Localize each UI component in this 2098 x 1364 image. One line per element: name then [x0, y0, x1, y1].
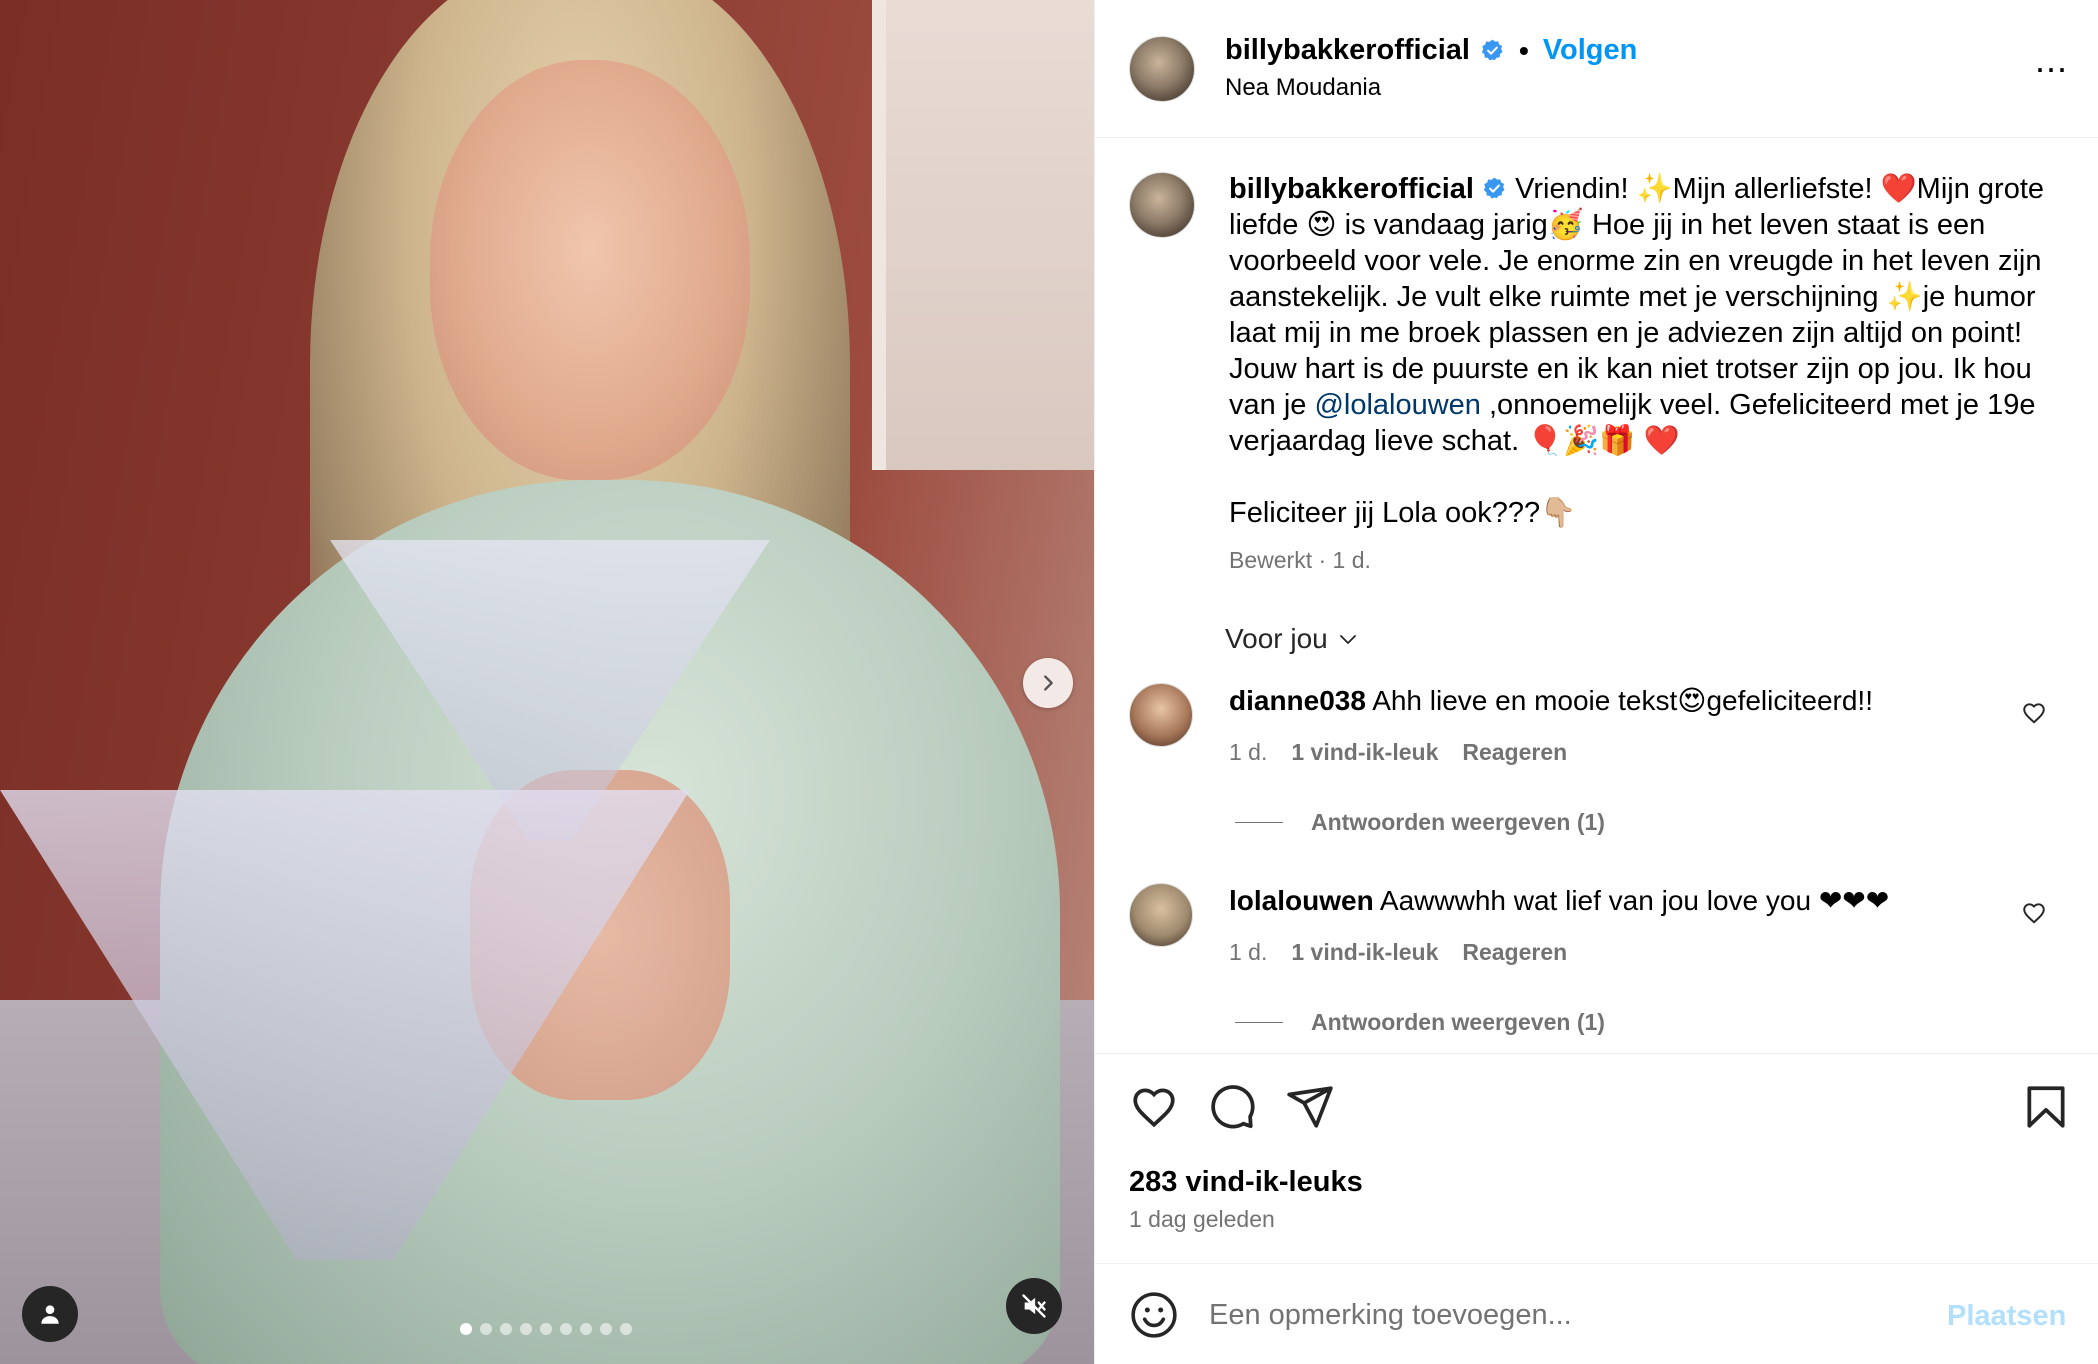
- tagged-users-button[interactable]: [22, 1286, 78, 1342]
- comment-meta: 1 d. 1 vind-ik-leuk Reageren: [1229, 939, 1567, 966]
- add-comment-bar: Plaatsen: [1095, 1264, 2098, 1364]
- post-actions: 283 vind-ik-leuks 1 dag geleden: [1095, 1054, 2098, 1264]
- comment-text: Aawwwhh wat lief van jou love you ❤❤❤: [1379, 885, 1890, 916]
- author-username[interactable]: billybakkerofficial: [1225, 34, 1470, 67]
- carousel-next-button[interactable]: [1023, 658, 1073, 708]
- comment-username[interactable]: dianne038: [1229, 685, 1366, 716]
- caption-meta: Bewerkt · 1 d.: [1229, 547, 1371, 573]
- emoji-icon[interactable]: [1129, 1290, 1179, 1340]
- comment-time[interactable]: 1 d.: [1229, 739, 1267, 766]
- share-icon[interactable]: [1285, 1082, 1335, 1132]
- carousel-indicator: [460, 1323, 632, 1335]
- header-separator: •: [1519, 34, 1529, 66]
- comment-input[interactable]: [1209, 1292, 1909, 1338]
- comment-like-heart-icon[interactable]: [2021, 700, 2047, 726]
- chevron-down-icon: [1339, 635, 1356, 644]
- carousel-dot: [580, 1323, 592, 1335]
- comment-sort-dropdown[interactable]: Voor jou: [1225, 623, 1360, 655]
- comment-avatar[interactable]: [1129, 683, 1193, 747]
- author-line: billybakkerofficial • Volgen: [1225, 34, 1637, 67]
- caption-username[interactable]: billybakkerofficial: [1229, 173, 1474, 205]
- view-replies-label: Antwoorden weergeven (1): [1311, 809, 1605, 835]
- caption-text-part1: Vriendin! ✨Mijn allerliefste! ❤️Mijn gro…: [1229, 173, 2045, 421]
- likes-count[interactable]: 283 vind-ik-leuks: [1129, 1166, 1363, 1199]
- comment-sort-label: Voor jou: [1225, 623, 1328, 654]
- post-header: billybakkerofficial • Volgen Nea Moudani…: [1095, 0, 2098, 138]
- muted-speaker-icon: [1022, 1294, 1046, 1318]
- carousel-dot: [600, 1323, 612, 1335]
- post-location[interactable]: Nea Moudania: [1225, 74, 1381, 102]
- carousel-dot: [460, 1323, 472, 1335]
- replies-divider: [1235, 822, 1283, 823]
- carousel-dot: [540, 1323, 552, 1335]
- comment-likes[interactable]: 1 vind-ik-leuk: [1291, 739, 1438, 766]
- carousel-dot: [620, 1323, 632, 1335]
- photo-background-panel: [872, 0, 1094, 470]
- carousel-dot: [480, 1323, 492, 1335]
- mute-toggle-button[interactable]: [1006, 1278, 1062, 1334]
- user-tag-icon: [41, 1305, 59, 1324]
- post-media[interactable]: [0, 0, 1094, 1364]
- post-comment-button[interactable]: Plaatsen: [1947, 1300, 2066, 1333]
- comment-meta: 1 d. 1 vind-ik-leuk Reageren: [1229, 739, 1567, 766]
- comment-time[interactable]: 1 d.: [1229, 939, 1267, 966]
- carousel-dot: [500, 1323, 512, 1335]
- comment-likes[interactable]: 1 vind-ik-leuk: [1291, 939, 1438, 966]
- author-avatar[interactable]: [1129, 36, 1195, 102]
- caption-mention-link[interactable]: @lolalouwen: [1314, 389, 1480, 421]
- verified-badge-icon: [1482, 176, 1507, 201]
- carousel-dot: [560, 1323, 572, 1335]
- comment-avatar[interactable]: [1129, 883, 1193, 947]
- comment-like-heart-icon[interactable]: [2021, 900, 2047, 926]
- caption-author-avatar[interactable]: [1129, 172, 1195, 238]
- comment-username[interactable]: lolalouwen: [1229, 885, 1374, 916]
- replies-divider: [1235, 1022, 1283, 1023]
- view-replies-button[interactable]: Antwoorden weergeven (1): [1235, 809, 1605, 836]
- bookmark-icon[interactable]: [2021, 1082, 2071, 1132]
- caption-paragraph-1: billybakkerofficial Vriendin! ✨Mijn alle…: [1229, 171, 2049, 459]
- comment-text: Ahh lieve en mooie tekst😍gefeliciteerd!!: [1372, 685, 1873, 716]
- heart-icon[interactable]: [1129, 1082, 1179, 1132]
- verified-badge-icon: [1480, 38, 1505, 63]
- comment-item: dianne038 Ahh lieve en mooie tekst😍gefel…: [1229, 683, 1989, 719]
- post-time: 1 dag geleden: [1129, 1206, 1275, 1232]
- comment-item: lolalouwen Aawwwhh wat lief van jou love…: [1229, 883, 1989, 919]
- view-replies-button[interactable]: Antwoorden weergeven (1): [1235, 1009, 1605, 1036]
- comment-icon[interactable]: [1207, 1082, 1257, 1132]
- photo-subject-face: [430, 60, 750, 480]
- carousel-dot: [520, 1323, 532, 1335]
- post-caption: billybakkerofficial Vriendin! ✨Mijn alle…: [1229, 171, 2049, 531]
- more-options-icon[interactable]: ...: [2035, 42, 2068, 78]
- comments-scroll-area[interactable]: billybakkerofficial Vriendin! ✨Mijn alle…: [1095, 139, 2098, 1054]
- post-details-panel: billybakkerofficial • Volgen Nea Moudani…: [1094, 0, 2098, 1364]
- follow-button[interactable]: Volgen: [1543, 34, 1638, 67]
- caption-paragraph-2: Feliciteer jij Lola ook???👇🏼: [1229, 497, 1577, 529]
- view-replies-label: Antwoorden weergeven (1): [1311, 1009, 1605, 1035]
- reply-button[interactable]: Reageren: [1462, 939, 1567, 966]
- reply-button[interactable]: Reageren: [1462, 739, 1567, 766]
- chevron-right-icon: [1044, 675, 1053, 691]
